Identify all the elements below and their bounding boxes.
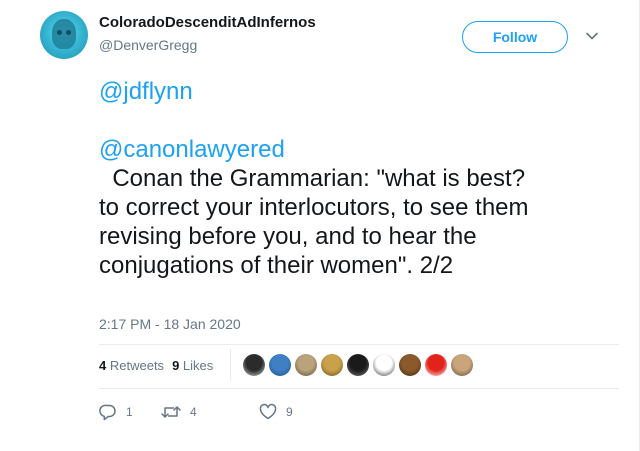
reply-icon: [99, 403, 117, 421]
retweets-count: 4: [99, 358, 107, 373]
liker-avatar-6[interactable]: [373, 354, 395, 376]
like-action[interactable]: 9: [259, 402, 293, 422]
retweets-label: Retweets: [109, 358, 165, 373]
tweet-card: ColoradoDescenditAdInfernos @DenverGregg…: [0, 0, 640, 451]
tweet-text-line: conjugations of their women". 2/2: [99, 252, 454, 279]
mention-link[interactable]: @canonlawyered: [99, 135, 619, 164]
tweet-text: @jdflynn @canonlawyered Conan the Gramma…: [99, 77, 619, 280]
likes-count: 9: [172, 358, 180, 373]
avatar-face: [52, 19, 76, 49]
likes-label: Likes: [182, 358, 214, 373]
more-options-chevron-down-icon[interactable]: [585, 29, 599, 43]
tweet-text-line: to correct your interlocutors, to see th…: [99, 194, 529, 221]
mention-link[interactable]: @jdflynn: [99, 77, 619, 106]
heart-icon: [259, 403, 277, 421]
liker-avatar-5[interactable]: [347, 354, 369, 376]
retweet-icon: [161, 403, 181, 421]
retweet-action[interactable]: 4: [161, 402, 197, 422]
tweet-actions: 1 4 9: [99, 402, 399, 422]
liker-avatar-2[interactable]: [269, 354, 291, 376]
tweet-text-line: Conan the Grammarian: "what is best?: [99, 165, 526, 192]
tweet-text-line: revising before you, and to hear the: [99, 223, 477, 250]
avatar-eye-left: [57, 30, 62, 35]
tweet-text-line: [99, 106, 619, 135]
avatar-eye-right: [66, 30, 71, 35]
reply-count: 1: [126, 405, 133, 419]
liker-avatar-3[interactable]: [295, 354, 317, 376]
like-count: 9: [286, 405, 293, 419]
tweet-stats: 4 Retweets 9 Likes: [99, 358, 213, 373]
liker-avatar-4[interactable]: [321, 354, 343, 376]
stats-bottom-divider: [99, 388, 619, 389]
stats-top-divider: [99, 344, 619, 345]
retweets-stat[interactable]: 4 Retweets: [99, 358, 164, 373]
stats-separator: [230, 349, 231, 381]
retweet-count: 4: [190, 405, 197, 419]
author-avatar[interactable]: [40, 11, 88, 59]
liker-avatar-7[interactable]: [399, 354, 421, 376]
author-display-name[interactable]: ColoradoDescenditAdInfernos: [99, 14, 316, 31]
follow-button[interactable]: Follow: [462, 21, 568, 53]
liker-avatar-8[interactable]: [425, 354, 447, 376]
tweet-timestamp[interactable]: 2:17 PM - 18 Jan 2020: [99, 316, 241, 332]
liker-avatar-1[interactable]: [243, 354, 265, 376]
likes-stat[interactable]: 9 Likes: [172, 358, 213, 373]
liker-avatar-9[interactable]: [451, 354, 473, 376]
author-screen-name[interactable]: @DenverGregg: [99, 37, 197, 53]
reply-action[interactable]: 1: [99, 402, 133, 422]
